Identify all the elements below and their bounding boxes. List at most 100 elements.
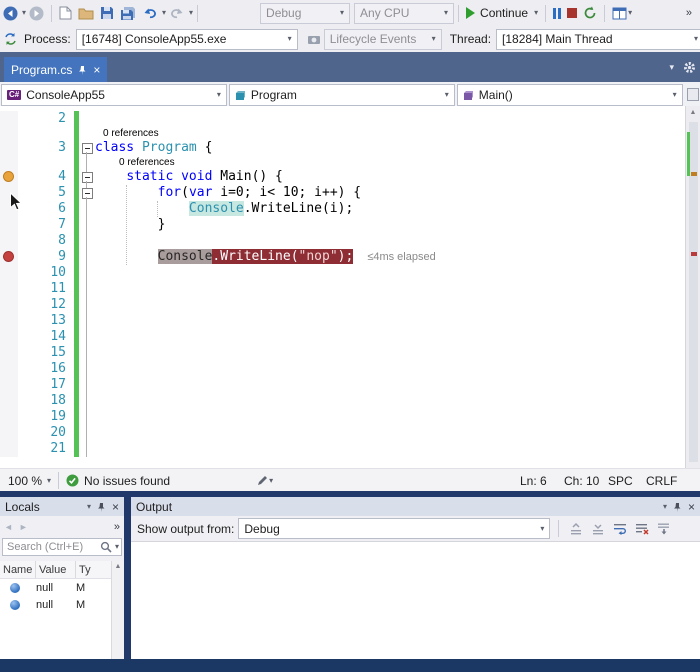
fold-collapse-box[interactable] — [82, 188, 93, 199]
code-text[interactable] — [95, 313, 686, 329]
tab-close-icon[interactable]: × — [93, 64, 100, 76]
member-dropdown[interactable]: Main() ▾ — [456, 84, 683, 106]
code-line[interactable]: 21 — [0, 441, 686, 457]
breakpoint-margin[interactable] — [0, 127, 18, 140]
code-text[interactable]: Console.WriteLine(i); — [95, 201, 686, 217]
line-indicator[interactable]: Ln: 6 — [520, 474, 564, 488]
code-text[interactable] — [95, 441, 686, 457]
window-position-caret-icon[interactable]: ▾ — [87, 502, 91, 511]
code-text[interactable] — [95, 345, 686, 361]
code-text[interactable] — [95, 329, 686, 345]
breakpoint-margin[interactable] — [0, 313, 18, 329]
breakpoint-margin[interactable] — [0, 281, 18, 297]
code-line[interactable]: 5 for(var i=0; i< 10; i++) { — [0, 185, 686, 201]
new-file-button[interactable] — [56, 2, 75, 24]
breakpoint-margin[interactable] — [0, 169, 18, 185]
code-text[interactable]: class Program { — [95, 140, 686, 156]
breakpoint-margin[interactable] — [0, 409, 18, 425]
code-area[interactable]: 2 0 references 3 class Program {0 reference… — [0, 106, 686, 468]
code-line[interactable]: 13 — [0, 313, 686, 329]
locals-row[interactable]: null M — [0, 579, 124, 596]
code-text[interactable]: for(var i=0; i< 10; i++) { — [95, 185, 686, 201]
breakpoint-margin[interactable] — [0, 233, 18, 249]
output-content[interactable] — [131, 541, 700, 659]
breakpoint-margin[interactable] — [0, 217, 18, 233]
column-header-name[interactable]: Name — [0, 561, 36, 578]
breakpoint-margin[interactable] — [0, 156, 18, 169]
code-text[interactable] — [95, 425, 686, 441]
code-line[interactable]: 19 — [0, 409, 686, 425]
redo-caret-icon[interactable]: ▾ — [189, 9, 193, 17]
locals-scrollbar[interactable]: ▲ — [111, 561, 124, 659]
code-line[interactable]: 11 — [0, 281, 686, 297]
code-line[interactable]: 18 — [0, 393, 686, 409]
code-line[interactable]: 10 — [0, 265, 686, 281]
close-icon[interactable]: × — [688, 500, 695, 514]
editor-actions-button[interactable]: ▾ — [253, 470, 276, 492]
code-text[interactable] — [95, 233, 686, 249]
code-line[interactable]: 6 Console.WriteLine(i); — [0, 201, 686, 217]
next-message-button[interactable] — [589, 520, 607, 538]
locals-grid[interactable]: Name Value Ty null Mnull M ▲ — [0, 561, 124, 659]
insert-mode-indicator[interactable]: SPC — [608, 474, 646, 488]
breakpoint-margin[interactable] — [0, 361, 18, 377]
code-line[interactable]: 4 static void Main() { — [0, 169, 686, 185]
pin-icon[interactable] — [673, 502, 682, 512]
breakpoint-margin[interactable] — [0, 345, 18, 361]
output-title-bar[interactable]: Output ▾ × — [131, 497, 700, 516]
break-all-button[interactable] — [550, 2, 564, 24]
breakpoint-indicator[interactable] — [3, 251, 14, 262]
close-icon[interactable]: × — [112, 500, 119, 514]
redo-button[interactable] — [166, 2, 188, 24]
clear-all-button[interactable] — [633, 520, 651, 538]
code-line[interactable]: 17 — [0, 377, 686, 393]
gear-icon[interactable] — [683, 61, 696, 74]
breakpoint-margin[interactable] — [0, 329, 18, 345]
code-text[interactable] — [95, 265, 686, 281]
lifecycle-events-button[interactable] — [304, 28, 324, 50]
platform-dropdown[interactable]: Any CPU ▾ — [354, 2, 455, 24]
toggle-autoscroll-button[interactable] — [655, 520, 673, 538]
scrollbar-split-grip[interactable] — [686, 88, 699, 101]
toolbar-overflow-icon[interactable]: » — [114, 521, 120, 533]
restart-button[interactable] — [580, 2, 600, 24]
codelens-references-link[interactable]: 0 references — [95, 157, 175, 168]
type-dropdown[interactable]: Program ▾ — [228, 84, 455, 106]
breakpoint-margin[interactable] — [0, 441, 18, 457]
process-dropdown[interactable]: [16748] ConsoleApp55.exe ▾ — [75, 28, 298, 50]
code-text[interactable] — [95, 409, 686, 425]
code-line[interactable]: 8 — [0, 233, 686, 249]
zoom-dropdown[interactable]: 100 % ▾ — [0, 470, 54, 492]
lifecycle-events-dropdown[interactable]: Lifecycle Events ▾ — [323, 28, 442, 50]
save-button[interactable] — [97, 2, 117, 24]
search-icon[interactable] — [100, 541, 112, 553]
thread-dropdown[interactable]: [18284] Main Thread ▾ — [496, 28, 700, 50]
project-dropdown[interactable]: C# ConsoleApp55 ▾ — [1, 84, 227, 106]
code-text[interactable] — [95, 111, 686, 127]
code-line[interactable]: 3 class Program { — [0, 140, 686, 156]
scroll-up-icon[interactable]: ▲ — [686, 106, 700, 116]
breakpoint-margin[interactable] — [0, 249, 18, 265]
code-line[interactable]: 15 — [0, 345, 686, 361]
continue-button[interactable]: Continue ▾ — [463, 2, 541, 24]
perf-tip[interactable]: ≤4ms elapsed — [353, 251, 435, 263]
code-line[interactable]: 9 Console.WriteLine("nop"); ≤4ms elapsed — [0, 249, 686, 265]
code-text[interactable] — [95, 361, 686, 377]
window-position-caret-icon[interactable]: ▾ — [663, 502, 667, 511]
breakpoint-margin[interactable] — [0, 393, 18, 409]
vertical-splitter[interactable] — [124, 497, 131, 659]
fold-collapse-box[interactable] — [82, 172, 93, 183]
fold-collapse-box[interactable] — [82, 143, 93, 154]
tracepoint-indicator[interactable] — [3, 171, 14, 182]
navigate-backward-button[interactable] — [0, 2, 21, 24]
debug-windows-caret-icon[interactable]: ▾ — [628, 9, 632, 17]
code-text[interactable]: static void Main() { — [95, 169, 686, 185]
locals-title-bar[interactable]: Locals ▾ × — [0, 497, 124, 516]
editor-vertical-scrollbar[interactable]: ▲ — [685, 106, 700, 468]
code-line[interactable]: 2 — [0, 111, 686, 127]
code-text[interactable] — [95, 281, 686, 297]
breakpoint-margin[interactable] — [0, 425, 18, 441]
output-source-dropdown[interactable]: Debug ▾ — [238, 518, 551, 539]
breakpoint-margin[interactable] — [0, 111, 18, 127]
frame-back-icon[interactable]: ◄ — [4, 522, 13, 532]
